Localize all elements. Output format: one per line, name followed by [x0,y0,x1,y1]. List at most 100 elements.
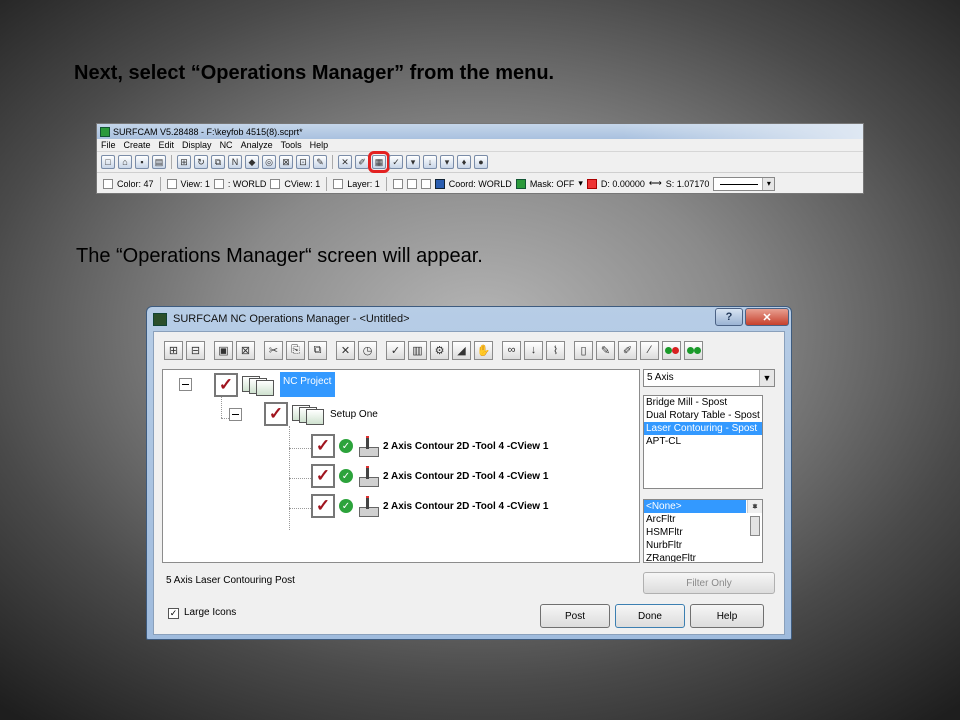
post-item-selected[interactable]: Laser Contouring - Spost [644,422,762,435]
post-icon[interactable]: ✐ [618,340,637,360]
new-setup-icon[interactable]: ▣ [214,340,233,360]
tree-node-operation-1[interactable]: ✓ ✓ 2 Axis Contour 2D -Tool 4 -CView 1 [311,434,548,458]
caption-close-button[interactable]: ✕ [745,308,789,326]
check-icon[interactable]: ✓ [389,155,403,169]
post-button[interactable]: Post [540,604,610,628]
chevron-down-icon[interactable]: ▼ [759,370,774,386]
toolpath-icon[interactable]: ⊠ [279,155,293,169]
axis-select[interactable]: 5 Axis ▼ [643,369,775,387]
tree-node-operation-3[interactable]: ✓ ✓ 2 Axis Contour 2D -Tool 4 -CView 1 [311,494,548,518]
new-file-icon[interactable]: □ [101,155,115,169]
operation-1-label[interactable]: 2 Axis Contour 2D -Tool 4 -CView 1 [383,441,548,452]
copy-icon[interactable]: ⧉ [308,340,327,360]
menu-display[interactable]: Display [182,140,212,150]
delete-icon[interactable]: ✕ [336,340,355,360]
globe-icon[interactable]: ● [474,155,488,169]
down-arrow-icon[interactable]: ↓ [524,340,543,360]
filter-item[interactable]: ZRangeFltr [644,552,762,562]
print-icon[interactable]: ▤ [152,155,166,169]
filter-item-selected[interactable]: <None> [644,500,746,513]
simulate-icon[interactable]: ⊡ [296,155,310,169]
operations-manager-icon[interactable]: ▦ [368,151,390,173]
post-list[interactable]: Bridge Mill - Spost Dual Rotary Table - … [643,395,763,489]
green-dots-icon[interactable] [684,340,703,360]
operation-2-checkbox[interactable]: ✓ [311,464,335,488]
cube-wire-icon[interactable] [392,178,403,189]
done-button[interactable]: Done [615,604,685,628]
edit-document-icon[interactable]: ✎ [596,340,615,360]
rotate-icon[interactable]: ↻ [194,155,208,169]
arrow-icon[interactable] [213,178,224,189]
pen-icon[interactable]: ⁄ [640,340,659,360]
menu-tools[interactable]: Tools [281,140,302,150]
post-item[interactable]: Dual Rotary Table - Spost [644,409,762,422]
brush-icon[interactable]: ✎ [313,155,327,169]
scroll-thumb[interactable] [750,516,760,536]
down-arrow-icon[interactable]: ↓ [423,155,437,169]
edit-icon[interactable]: ✐ [355,155,369,169]
expand-all-icon[interactable]: ⊞ [164,340,183,360]
setup-label[interactable]: Setup One [330,409,378,420]
status-view[interactable]: View: 1 [181,179,210,189]
timer-icon[interactable]: ◷ [358,340,377,360]
delete-icon[interactable]: ✕ [338,155,352,169]
cutter-icon[interactable]: ⌇ [546,340,565,360]
mask-icon[interactable] [515,178,526,189]
dropdown-arrow-icon[interactable]: ▾ [406,155,420,169]
operation-1-checkbox[interactable]: ✓ [311,434,335,458]
status-color[interactable]: Color: 47 [117,179,154,189]
menu-create[interactable]: Create [124,140,151,150]
status-layer[interactable]: Layer: 1 [347,179,380,189]
line-style-combo[interactable] [713,176,776,191]
post-item[interactable]: APT-CL [644,435,762,448]
filter-item[interactable]: ArcFltr [644,513,762,526]
cube-solid-icon[interactable] [420,178,431,189]
coord-icon[interactable] [434,178,445,189]
status-mask[interactable]: Mask: OFF [530,179,575,189]
status-coord[interactable]: Coord: WORLD [449,179,512,189]
project-checkbox[interactable]: ✓ [214,372,238,397]
filter-list[interactable]: <None> ArcFltr HSMFltr NurbFltr ZRangeFl… [643,499,763,563]
setup-checkbox[interactable]: ✓ [264,402,288,426]
nc-operation-icon[interactable]: ⊞ [177,155,191,169]
cview-icon[interactable] [270,178,281,189]
glasses-icon[interactable]: ∞ [502,340,521,360]
nc-icon[interactable]: N [228,155,242,169]
post-item[interactable]: Bridge Mill - Spost [644,396,762,409]
collapse-toggle[interactable] [229,407,242,421]
collapse-all-icon[interactable]: ⊟ [186,340,205,360]
paste-icon[interactable]: ⎘ [286,340,305,360]
project-label[interactable]: NC Project [280,372,336,397]
layer-icon[interactable] [333,178,344,189]
verify-icon[interactable]: ◎ [262,155,276,169]
status-world[interactable]: : WORLD [228,179,267,189]
cut-icon[interactable]: ✂ [264,340,283,360]
operation-2-label[interactable]: 2 Axis Contour 2D -Tool 4 -CView 1 [383,471,548,482]
large-icons-label[interactable]: Large Icons [184,607,236,618]
cube-icon[interactable] [406,178,417,189]
filter-item[interactable]: HSMFltr [644,526,762,539]
menu-help[interactable]: Help [310,140,329,150]
mask-dropdown-icon[interactable]: ▾ [578,178,583,189]
filter-only-button[interactable]: Filter Only [643,572,775,594]
tool-library-icon[interactable]: ◢ [452,340,471,360]
red-dots-icon[interactable] [662,340,681,360]
scroll-down-icon[interactable]: ▼ [748,501,762,513]
tree-node-setup[interactable]: ✓ Setup One [229,402,378,426]
dropdown-arrow-icon[interactable]: ▾ [440,155,454,169]
menu-analyze[interactable]: Analyze [241,140,273,150]
eye-icon[interactable] [166,178,177,189]
collapse-toggle[interactable] [179,378,192,391]
diamond-icon[interactable]: ◆ [245,155,259,169]
hand-icon[interactable]: ✋ [474,340,493,360]
document-icon[interactable]: ▯ [574,340,593,360]
filter-scrollbar[interactable]: ▲ ▼ [747,500,762,536]
copy-ops-icon[interactable]: ⧉ [211,155,225,169]
help-button[interactable]: Help [690,604,764,628]
operation-3-checkbox[interactable]: ✓ [311,494,335,518]
tree-node-project[interactable]: ✓ NC Project [179,372,336,397]
menu-nc[interactable]: NC [220,140,233,150]
mill-icon[interactable]: ⚙ [430,340,449,360]
color-icon[interactable] [103,178,113,189]
large-icons-checkbox[interactable]: ✓ [168,608,179,619]
